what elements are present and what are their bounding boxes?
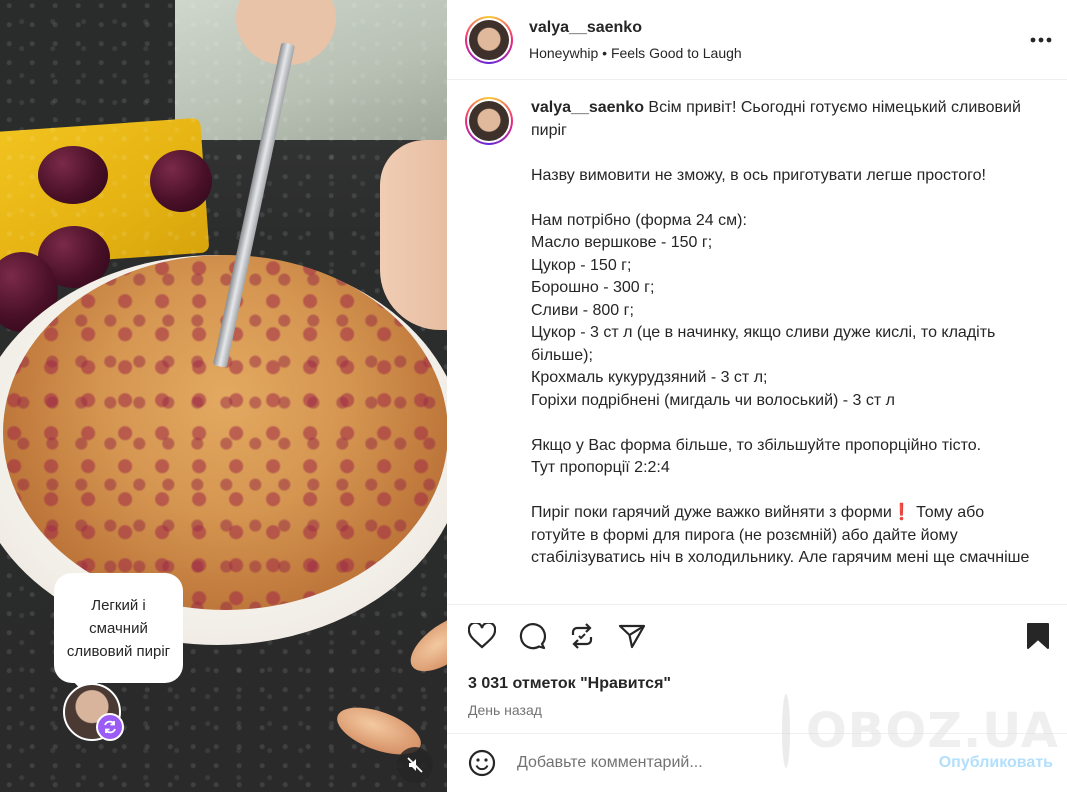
post-media[interactable]: Легкий і смачний сливовий пиріг xyxy=(0,0,447,792)
header-username[interactable]: valya__saenko xyxy=(529,19,742,37)
plum xyxy=(38,146,108,204)
caption-last-before: Пиріг поки гарячий дуже важко вийняти з … xyxy=(531,504,892,521)
more-horizontal-icon[interactable] xyxy=(1027,26,1055,54)
mute-icon[interactable] xyxy=(397,747,433,783)
caption-section: valya__saenko Всім привіт! Сьогодні готу… xyxy=(447,80,1067,604)
caption-gap xyxy=(531,142,1041,165)
caption-line: Тут пропорції 2:2:4 xyxy=(531,459,670,476)
caption-line: Сливи - 800 г; xyxy=(531,301,634,319)
comment-icon[interactable] xyxy=(517,621,547,651)
plum xyxy=(150,150,212,212)
caption-line: Нам потрібно (форма 24 см): xyxy=(531,211,747,229)
heart-icon[interactable] xyxy=(467,621,497,651)
caption-gap xyxy=(531,187,1041,210)
avatar[interactable] xyxy=(465,97,513,145)
post-caption: valya__saenko Всім привіт! Сьогодні готу… xyxy=(531,97,1041,604)
comment-bar: Опубликовать xyxy=(447,734,1067,792)
emoji-icon[interactable] xyxy=(467,748,497,778)
caption-line: Назву вимовити не зможу, в ось приготува… xyxy=(531,166,986,184)
caption-gap xyxy=(531,480,1041,503)
post-header: valya__saenko Honeywhip • Feels Good to … xyxy=(447,0,1067,80)
post-panel: valya__saenko Honeywhip • Feels Good to … xyxy=(447,0,1067,792)
caption-line: Масло вершкове - 150 г; xyxy=(531,234,713,251)
publish-button[interactable]: Опубликовать xyxy=(939,754,1053,772)
bookmark-icon[interactable] xyxy=(1023,621,1053,651)
audio-info[interactable]: Honeywhip • Feels Good to Laugh xyxy=(529,45,742,61)
share-icon[interactable] xyxy=(617,621,647,651)
speech-bubble-text: Легкий і смачний сливовий пиріг xyxy=(66,596,171,660)
caption-gap xyxy=(531,412,1041,435)
caption-line: Борошно - 300 г; xyxy=(531,279,655,296)
caption-line: Цукор - 3 ст л (це в начинку, якщо сливи… xyxy=(531,324,996,364)
caption-lines: Назву вимовити не зможу, в ось приготува… xyxy=(531,142,1041,502)
exclamation-icon: ❗ xyxy=(891,504,912,521)
repost-icon[interactable] xyxy=(567,621,597,651)
post-actions: 3 031 отметок "Нравится" День назад xyxy=(447,604,1067,734)
hand xyxy=(380,140,447,330)
speech-bubble: Легкий і смачний сливовий пиріг xyxy=(54,573,183,683)
caption-line: Горіхи подрібнені (мигдаль чи волоський)… xyxy=(531,391,896,409)
caption-line: Крохмаль кукурудзяний - 3 ст л; xyxy=(531,369,768,386)
post-timestamp[interactable]: День назад xyxy=(468,702,542,718)
comment-input[interactable] xyxy=(517,754,917,772)
avatar[interactable] xyxy=(465,15,513,64)
likes-count[interactable]: 3 031 отметок "Нравится" xyxy=(468,675,671,693)
caption-line: Якщо у Вас форма більше, то збільшуйте п… xyxy=(531,436,982,454)
caption-username[interactable]: valya__saenko xyxy=(531,99,644,116)
caption-line: Цукор - 150 г; xyxy=(531,256,632,274)
remix-icon[interactable] xyxy=(96,713,124,741)
